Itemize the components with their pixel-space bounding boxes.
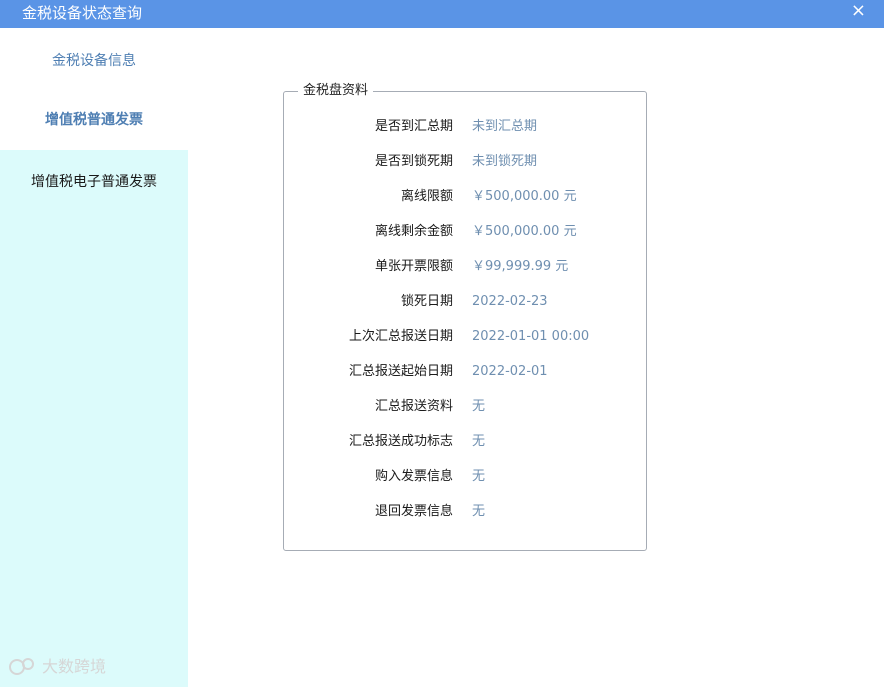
watermark: 大数跨境: [8, 656, 106, 678]
info-label: 退回发票信息: [374, 504, 453, 519]
info-row: 单张开票限额 ￥99,999.99 元: [284, 257, 646, 277]
sidebar-item-device-info[interactable]: 金税设备信息: [0, 51, 188, 71]
tax-disk-info-group: 金税盘资料 是否到汇总期 未到汇总期 是否到锁死期 未到锁死期 离线限额 ￥50…: [283, 83, 647, 551]
info-row: 汇总报送成功标志 无: [284, 432, 646, 452]
sidebar-bottom-section: [0, 150, 188, 687]
close-icon[interactable]: ×: [851, 1, 866, 21]
info-value: 2022-02-23: [472, 294, 548, 309]
sidebar-item-vat-electronic-invoice[interactable]: 增值税电子普通发票: [0, 172, 188, 192]
info-value: 2022-02-01: [472, 364, 548, 379]
sidebar-top-section: [0, 28, 188, 150]
info-label: 是否到锁死期: [374, 154, 453, 169]
info-value: ￥500,000.00 元: [472, 189, 577, 204]
sidebar-item-vat-ordinary-invoice[interactable]: 增值税普通发票: [0, 110, 188, 130]
info-label: 是否到汇总期: [374, 119, 453, 134]
window-title: 金税设备状态查询: [22, 4, 143, 22]
info-row: 是否到汇总期 未到汇总期: [284, 117, 646, 137]
info-value: 无: [472, 399, 486, 414]
info-value: 未到汇总期: [472, 119, 538, 134]
info-row: 退回发票信息 无: [284, 502, 646, 522]
watermark-text: 大数跨境: [42, 657, 107, 676]
info-label: 离线限额: [400, 189, 453, 204]
info-row: 离线限额 ￥500,000.00 元: [284, 187, 646, 207]
watermark-logo-icon: [9, 658, 34, 675]
info-label: 单张开票限额: [374, 259, 453, 274]
info-value: ￥99,999.99 元: [472, 259, 569, 274]
info-row: 汇总报送起始日期 2022-02-01: [284, 362, 646, 382]
group-legend: 金税盘资料: [298, 83, 374, 99]
info-value: 无: [472, 504, 486, 519]
info-row: 汇总报送资料 无: [284, 397, 646, 417]
info-row: 离线剩余金额 ￥500,000.00 元: [284, 222, 646, 242]
info-row: 锁死日期 2022-02-23: [284, 292, 646, 312]
info-value: 2022-01-01 00:00: [472, 329, 590, 344]
info-label: 上次汇总报送日期: [348, 329, 453, 344]
info-label: 锁死日期: [400, 294, 453, 309]
sidebar: 金税设备信息 增值税普通发票 增值税电子普通发票: [0, 28, 188, 687]
info-value: ￥500,000.00 元: [472, 224, 577, 239]
info-value: 未到锁死期: [472, 154, 538, 169]
info-label: 汇总报送资料: [374, 399, 453, 414]
info-label: 离线剩余金额: [374, 224, 453, 239]
info-value: 无: [472, 434, 486, 449]
info-label: 购入发票信息: [374, 469, 453, 484]
info-row: 购入发票信息 无: [284, 467, 646, 487]
info-row: 上次汇总报送日期 2022-01-01 00:00: [284, 327, 646, 347]
info-label: 汇总报送起始日期: [348, 364, 453, 379]
info-value: 无: [472, 469, 486, 484]
title-bar: 金税设备状态查询 ×: [0, 0, 884, 28]
info-row: 是否到锁死期 未到锁死期: [284, 152, 646, 172]
info-label: 汇总报送成功标志: [348, 434, 453, 449]
